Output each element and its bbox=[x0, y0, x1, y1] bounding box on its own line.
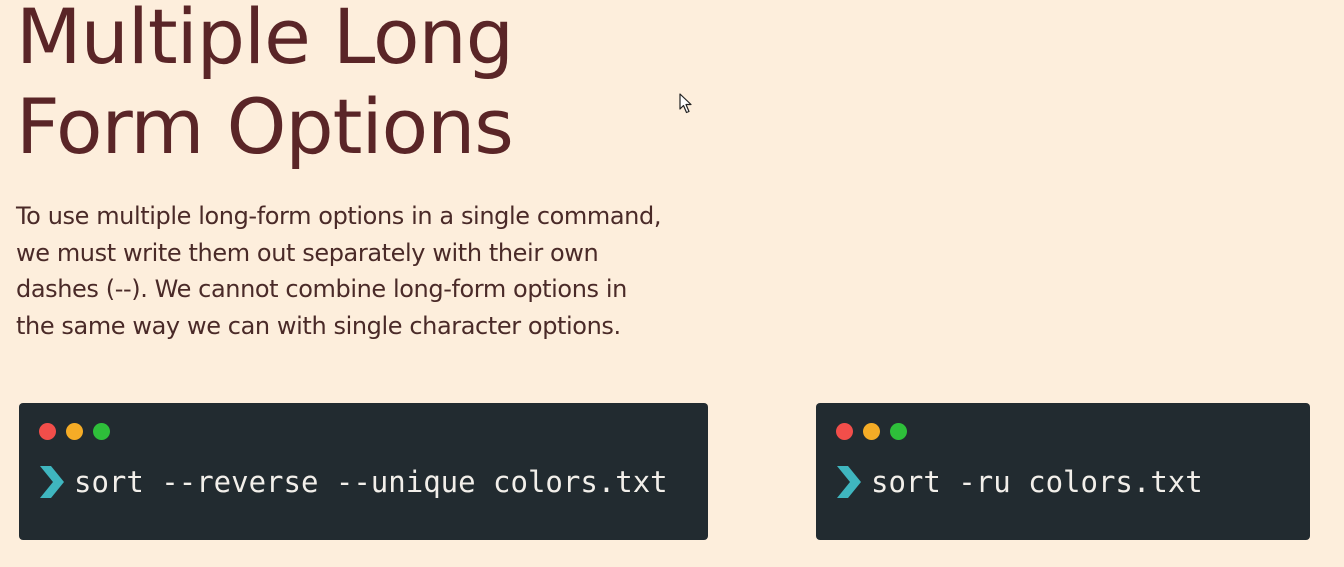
chevron-right-icon bbox=[837, 466, 861, 498]
slide-title: Multiple Long Form Options bbox=[16, 0, 656, 172]
terminal-command: sort --reverse --unique colors.txt bbox=[74, 465, 668, 499]
minimize-dot-icon bbox=[66, 423, 83, 440]
chevron-right-icon bbox=[40, 466, 64, 498]
body-line-3: dashes (--). We cannot combine long-form… bbox=[16, 275, 627, 303]
slide-title-line-2: Form Options bbox=[16, 82, 514, 171]
maximize-dot-icon bbox=[890, 423, 907, 440]
terminal-window-long-form: sort --reverse --unique colors.txt bbox=[19, 403, 708, 540]
minimize-dot-icon bbox=[863, 423, 880, 440]
close-dot-icon bbox=[836, 423, 853, 440]
close-dot-icon bbox=[39, 423, 56, 440]
maximize-dot-icon bbox=[93, 423, 110, 440]
slide-title-line-1: Multiple Long bbox=[16, 0, 514, 81]
body-line-1: To use multiple long-form options in a s… bbox=[16, 202, 662, 230]
body-line-4: the same way we can with single characte… bbox=[16, 311, 621, 340]
terminal-window-short-form: sort -ru colors.txt bbox=[816, 403, 1310, 540]
slide-body-text: To use multiple long-form options in a s… bbox=[16, 198, 716, 344]
body-line-2: we must write them out separately with t… bbox=[16, 238, 599, 267]
mouse-pointer-icon bbox=[679, 93, 692, 114]
terminal-command: sort -ru colors.txt bbox=[871, 465, 1203, 499]
